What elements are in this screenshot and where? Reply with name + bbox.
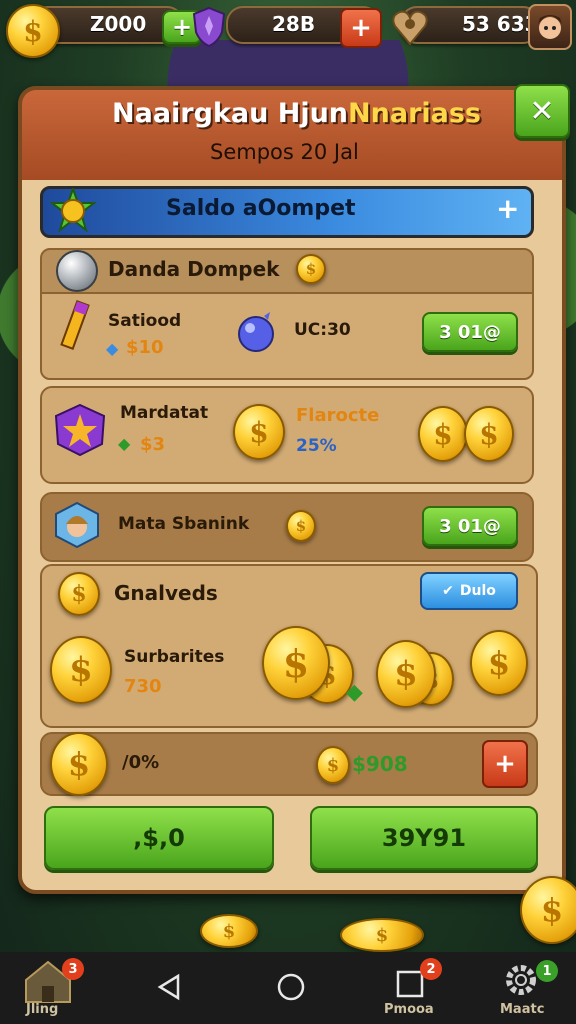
item-sub: $3 — [140, 434, 166, 455]
hero-portrait-icon — [54, 501, 100, 549]
pmooa-label: Pmooa — [384, 1002, 434, 1017]
star-coin-icon — [49, 186, 97, 233]
menu-nav-button[interactable]: 1 Maatc — [496, 956, 560, 1020]
pmooa-nav-button[interactable]: 2 Pmooa — [380, 956, 444, 1020]
avatar[interactable] — [528, 4, 572, 50]
dulo-pill-label: Dulo — [459, 583, 496, 599]
item-mid-label: Flarocte — [296, 405, 380, 426]
blue-orb-icon — [234, 310, 278, 354]
mata-coin-icon — [286, 510, 316, 542]
add-value-button[interactable]: + — [482, 740, 528, 788]
buy-satiood-button[interactable]: 3 01@ — [422, 312, 518, 352]
green-gem-icon: ◆ — [118, 434, 131, 453]
gnalveds-label: Gnalveds — [114, 581, 218, 605]
panel-subtitle: Sempos 20 Jal — [210, 140, 359, 164]
item-sub: $10 — [126, 337, 164, 358]
coin-icon — [470, 630, 528, 696]
home-circle-icon — [277, 973, 305, 1001]
home-nav-button[interactable]: 3 Jling — [20, 956, 84, 1020]
green-gem-icon: ◆ — [346, 680, 363, 705]
coin-icon — [50, 636, 112, 704]
heart-icon — [390, 6, 430, 48]
home-badge: 3 — [62, 958, 84, 980]
bottom-value-row — [40, 732, 538, 796]
gnalveds-coin-icon — [58, 572, 100, 616]
right-action-button[interactable]: 39Y91 — [310, 806, 538, 870]
surbarites-value: 730 — [124, 676, 162, 697]
item-mid-sub: 25% — [296, 436, 337, 456]
mata-label: Mata Sbanink — [118, 514, 250, 534]
saldo-label: Saldo aOompet — [166, 196, 356, 221]
coin-icon — [262, 626, 330, 700]
panel-title: Naairgkau HjunNnariass — [112, 98, 481, 129]
hud-gems-value: 28B — [272, 12, 316, 36]
coin-icon — [316, 746, 350, 784]
shield-icon — [190, 6, 228, 48]
dulo-pill[interactable]: ✔ Dulo — [420, 572, 518, 610]
close-icon: ✕ — [529, 93, 555, 129]
back-nav-button[interactable] — [154, 972, 184, 1002]
panel-title-highlight: Nnariass — [348, 98, 482, 129]
check-icon: ✔ — [442, 583, 454, 599]
home-circle-nav-button[interactable] — [276, 972, 306, 1002]
buy-mata-button[interactable]: 3 01@ — [422, 506, 518, 546]
coin-icon — [200, 914, 258, 948]
back-triangle-icon — [157, 973, 180, 1001]
left-action-button[interactable]: ,$,0 — [44, 806, 274, 870]
dompek-header-label: Danda Dompek — [108, 257, 280, 281]
add-gems-button[interactable]: + — [340, 8, 382, 48]
bottom-percent: /0% — [122, 752, 160, 773]
coin-icon — [50, 732, 108, 796]
coin-icon — [520, 876, 576, 944]
item-name: Mardatat — [120, 403, 209, 423]
bottom-value: $908 — [352, 752, 408, 776]
dompek-coin-icon — [296, 254, 326, 284]
panel-title-main: Naairgkau Hjun — [112, 98, 349, 129]
saldo-add-icon[interactable]: + — [496, 192, 519, 225]
close-button[interactable]: ✕ — [514, 84, 570, 138]
surbarites-label: Surbarites — [124, 647, 225, 667]
home-label: Jling — [26, 1002, 59, 1017]
coin-icon — [340, 918, 424, 952]
pencil-sword-icon — [52, 298, 98, 358]
purple-star-icon — [52, 402, 108, 458]
coin-icon — [376, 640, 436, 708]
diamond-icon: ◆ — [106, 339, 119, 358]
item-name: Satiood — [108, 311, 182, 331]
coin-icon — [418, 406, 468, 462]
menu-label: Maatc — [500, 1002, 545, 1017]
coin-icon — [233, 404, 285, 460]
coin-icon — [464, 406, 514, 462]
silver-coin-icon — [56, 250, 98, 292]
coin-icon — [6, 4, 60, 58]
item-mid-label: UC:30 — [294, 320, 351, 340]
hud-coins-value: Z000 — [90, 12, 147, 36]
pmooa-badge: 2 — [420, 958, 442, 980]
menu-badge: 1 — [536, 960, 558, 982]
